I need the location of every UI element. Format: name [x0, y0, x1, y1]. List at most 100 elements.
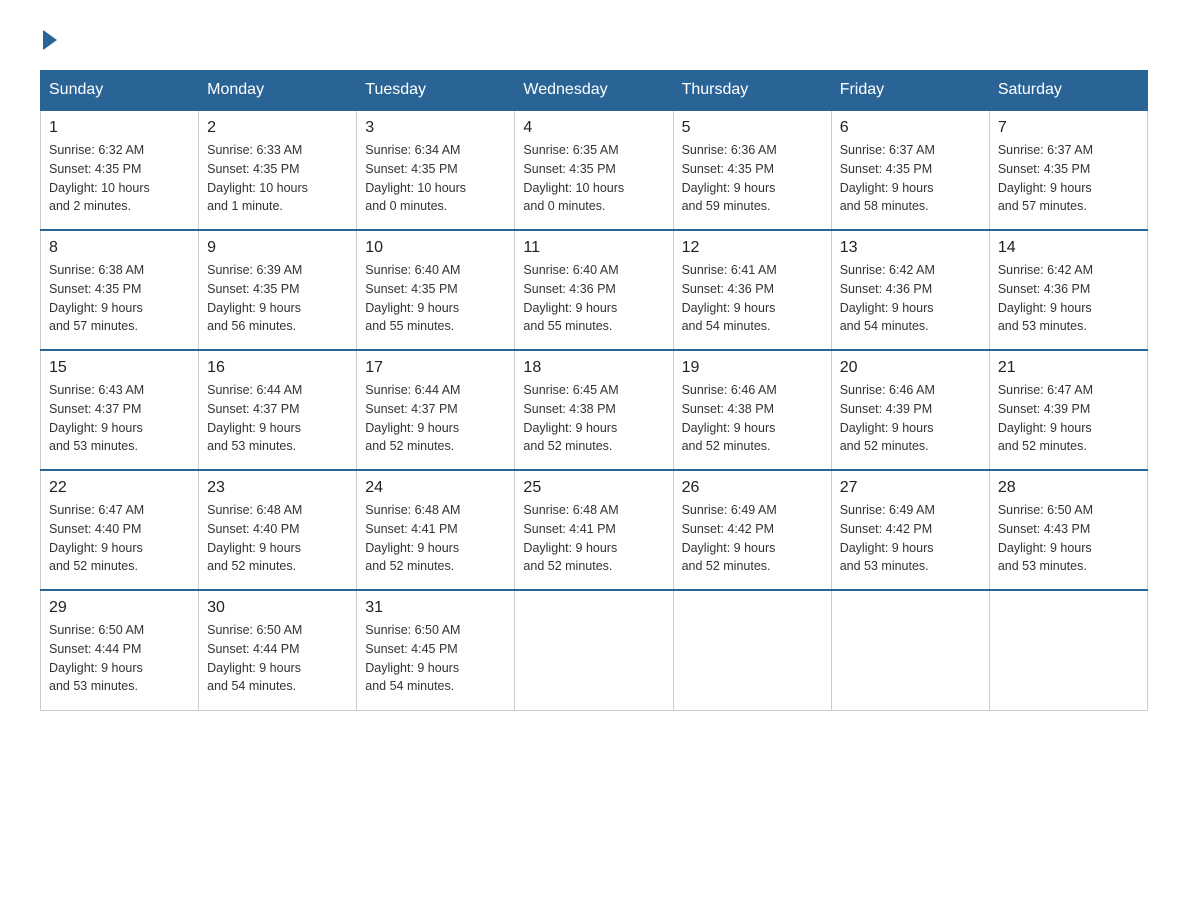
calendar-cell [989, 590, 1147, 710]
day-number: 30 [207, 599, 348, 617]
day-number: 8 [49, 239, 190, 257]
logo-triangle-icon [43, 30, 57, 50]
calendar-cell: 1 Sunrise: 6:32 AMSunset: 4:35 PMDayligh… [41, 110, 199, 230]
calendar-cell: 25 Sunrise: 6:48 AMSunset: 4:41 PMDaylig… [515, 470, 673, 590]
day-info: Sunrise: 6:37 AMSunset: 4:35 PMDaylight:… [998, 143, 1093, 213]
calendar-cell: 6 Sunrise: 6:37 AMSunset: 4:35 PMDayligh… [831, 110, 989, 230]
day-number: 18 [523, 359, 664, 377]
calendar-cell: 12 Sunrise: 6:41 AMSunset: 4:36 PMDaylig… [673, 230, 831, 350]
calendar-cell: 26 Sunrise: 6:49 AMSunset: 4:42 PMDaylig… [673, 470, 831, 590]
calendar-week-row: 29 Sunrise: 6:50 AMSunset: 4:44 PMDaylig… [41, 590, 1148, 710]
day-info: Sunrise: 6:35 AMSunset: 4:35 PMDaylight:… [523, 143, 624, 213]
day-info: Sunrise: 6:44 AMSunset: 4:37 PMDaylight:… [207, 383, 302, 453]
calendar-cell: 21 Sunrise: 6:47 AMSunset: 4:39 PMDaylig… [989, 350, 1147, 470]
day-number: 14 [998, 239, 1139, 257]
calendar-cell: 13 Sunrise: 6:42 AMSunset: 4:36 PMDaylig… [831, 230, 989, 350]
day-number: 20 [840, 359, 981, 377]
day-number: 31 [365, 599, 506, 617]
day-info: Sunrise: 6:42 AMSunset: 4:36 PMDaylight:… [998, 263, 1093, 333]
calendar-cell: 17 Sunrise: 6:44 AMSunset: 4:37 PMDaylig… [357, 350, 515, 470]
day-number: 17 [365, 359, 506, 377]
day-number: 6 [840, 119, 981, 137]
calendar-cell: 9 Sunrise: 6:39 AMSunset: 4:35 PMDayligh… [199, 230, 357, 350]
day-number: 9 [207, 239, 348, 257]
day-info: Sunrise: 6:47 AMSunset: 4:40 PMDaylight:… [49, 503, 144, 573]
calendar-cell: 5 Sunrise: 6:36 AMSunset: 4:35 PMDayligh… [673, 110, 831, 230]
calendar-cell: 29 Sunrise: 6:50 AMSunset: 4:44 PMDaylig… [41, 590, 199, 710]
calendar-week-row: 15 Sunrise: 6:43 AMSunset: 4:37 PMDaylig… [41, 350, 1148, 470]
calendar-cell: 11 Sunrise: 6:40 AMSunset: 4:36 PMDaylig… [515, 230, 673, 350]
day-info: Sunrise: 6:47 AMSunset: 4:39 PMDaylight:… [998, 383, 1093, 453]
day-number: 22 [49, 479, 190, 497]
day-number: 26 [682, 479, 823, 497]
day-number: 23 [207, 479, 348, 497]
calendar-cell: 14 Sunrise: 6:42 AMSunset: 4:36 PMDaylig… [989, 230, 1147, 350]
calendar-header-sunday: Sunday [41, 71, 199, 111]
day-number: 13 [840, 239, 981, 257]
calendar-header-thursday: Thursday [673, 71, 831, 111]
calendar-cell: 28 Sunrise: 6:50 AMSunset: 4:43 PMDaylig… [989, 470, 1147, 590]
day-number: 5 [682, 119, 823, 137]
day-info: Sunrise: 6:36 AMSunset: 4:35 PMDaylight:… [682, 143, 777, 213]
day-info: Sunrise: 6:40 AMSunset: 4:35 PMDaylight:… [365, 263, 460, 333]
calendar-cell: 3 Sunrise: 6:34 AMSunset: 4:35 PMDayligh… [357, 110, 515, 230]
day-number: 25 [523, 479, 664, 497]
day-number: 3 [365, 119, 506, 137]
day-info: Sunrise: 6:48 AMSunset: 4:41 PMDaylight:… [523, 503, 618, 573]
day-number: 21 [998, 359, 1139, 377]
calendar-week-row: 22 Sunrise: 6:47 AMSunset: 4:40 PMDaylig… [41, 470, 1148, 590]
day-info: Sunrise: 6:33 AMSunset: 4:35 PMDaylight:… [207, 143, 308, 213]
calendar-header-saturday: Saturday [989, 71, 1147, 111]
calendar-cell: 20 Sunrise: 6:46 AMSunset: 4:39 PMDaylig… [831, 350, 989, 470]
calendar-cell: 10 Sunrise: 6:40 AMSunset: 4:35 PMDaylig… [357, 230, 515, 350]
day-info: Sunrise: 6:40 AMSunset: 4:36 PMDaylight:… [523, 263, 618, 333]
calendar-week-row: 1 Sunrise: 6:32 AMSunset: 4:35 PMDayligh… [41, 110, 1148, 230]
day-number: 2 [207, 119, 348, 137]
day-info: Sunrise: 6:46 AMSunset: 4:38 PMDaylight:… [682, 383, 777, 453]
day-number: 27 [840, 479, 981, 497]
day-info: Sunrise: 6:48 AMSunset: 4:41 PMDaylight:… [365, 503, 460, 573]
calendar-cell: 22 Sunrise: 6:47 AMSunset: 4:40 PMDaylig… [41, 470, 199, 590]
calendar-cell: 16 Sunrise: 6:44 AMSunset: 4:37 PMDaylig… [199, 350, 357, 470]
calendar-cell: 27 Sunrise: 6:49 AMSunset: 4:42 PMDaylig… [831, 470, 989, 590]
calendar-cell: 31 Sunrise: 6:50 AMSunset: 4:45 PMDaylig… [357, 590, 515, 710]
calendar-cell: 23 Sunrise: 6:48 AMSunset: 4:40 PMDaylig… [199, 470, 357, 590]
day-info: Sunrise: 6:39 AMSunset: 4:35 PMDaylight:… [207, 263, 302, 333]
day-info: Sunrise: 6:50 AMSunset: 4:45 PMDaylight:… [365, 623, 460, 693]
day-info: Sunrise: 6:34 AMSunset: 4:35 PMDaylight:… [365, 143, 466, 213]
calendar-cell: 2 Sunrise: 6:33 AMSunset: 4:35 PMDayligh… [199, 110, 357, 230]
day-info: Sunrise: 6:41 AMSunset: 4:36 PMDaylight:… [682, 263, 777, 333]
day-number: 7 [998, 119, 1139, 137]
day-number: 16 [207, 359, 348, 377]
day-number: 29 [49, 599, 190, 617]
calendar-cell: 30 Sunrise: 6:50 AMSunset: 4:44 PMDaylig… [199, 590, 357, 710]
page-header [40, 30, 1148, 50]
day-info: Sunrise: 6:46 AMSunset: 4:39 PMDaylight:… [840, 383, 935, 453]
day-info: Sunrise: 6:50 AMSunset: 4:44 PMDaylight:… [49, 623, 144, 693]
day-info: Sunrise: 6:43 AMSunset: 4:37 PMDaylight:… [49, 383, 144, 453]
calendar-cell [673, 590, 831, 710]
day-number: 10 [365, 239, 506, 257]
calendar-header-monday: Monday [199, 71, 357, 111]
calendar-cell: 19 Sunrise: 6:46 AMSunset: 4:38 PMDaylig… [673, 350, 831, 470]
day-info: Sunrise: 6:38 AMSunset: 4:35 PMDaylight:… [49, 263, 144, 333]
day-info: Sunrise: 6:37 AMSunset: 4:35 PMDaylight:… [840, 143, 935, 213]
calendar-week-row: 8 Sunrise: 6:38 AMSunset: 4:35 PMDayligh… [41, 230, 1148, 350]
calendar-cell: 15 Sunrise: 6:43 AMSunset: 4:37 PMDaylig… [41, 350, 199, 470]
calendar-cell: 24 Sunrise: 6:48 AMSunset: 4:41 PMDaylig… [357, 470, 515, 590]
day-number: 1 [49, 119, 190, 137]
day-info: Sunrise: 6:45 AMSunset: 4:38 PMDaylight:… [523, 383, 618, 453]
calendar-cell: 7 Sunrise: 6:37 AMSunset: 4:35 PMDayligh… [989, 110, 1147, 230]
calendar-cell [831, 590, 989, 710]
day-number: 4 [523, 119, 664, 137]
day-number: 28 [998, 479, 1139, 497]
day-info: Sunrise: 6:50 AMSunset: 4:43 PMDaylight:… [998, 503, 1093, 573]
day-info: Sunrise: 6:49 AMSunset: 4:42 PMDaylight:… [840, 503, 935, 573]
day-number: 11 [523, 239, 664, 257]
day-number: 15 [49, 359, 190, 377]
day-number: 12 [682, 239, 823, 257]
day-info: Sunrise: 6:50 AMSunset: 4:44 PMDaylight:… [207, 623, 302, 693]
calendar-table: SundayMondayTuesdayWednesdayThursdayFrid… [40, 70, 1148, 711]
logo [40, 30, 60, 50]
day-number: 24 [365, 479, 506, 497]
